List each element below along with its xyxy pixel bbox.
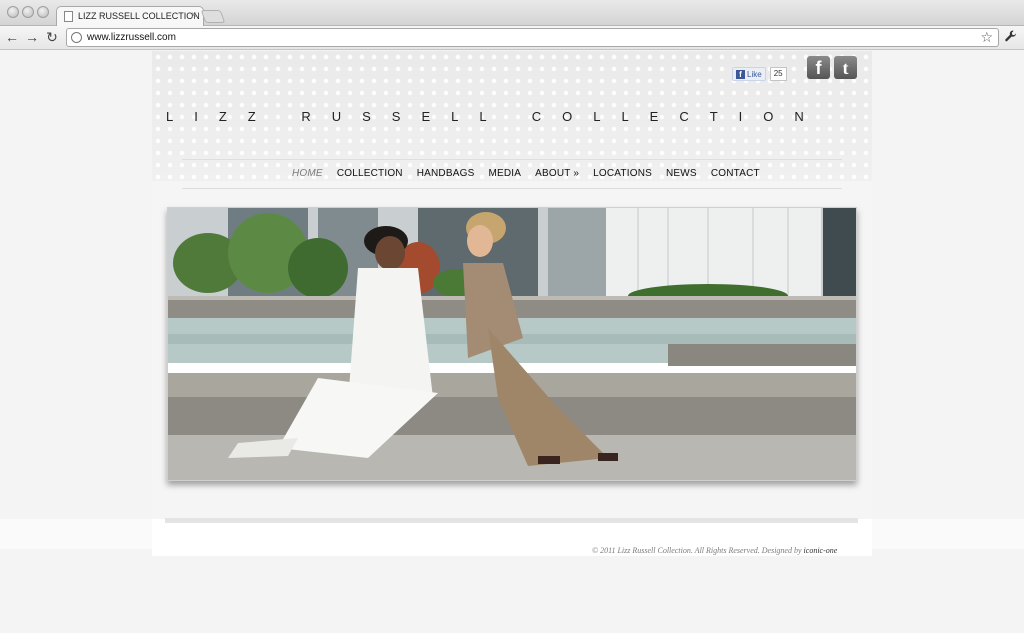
tab-close-icon[interactable]: ×: [191, 10, 197, 21]
footer-copyright: © 2011 Lizz Russell Collection. All Righ…: [592, 546, 837, 555]
browser-tab-strip: LIZZ RUSSELL COLLECTION ×: [0, 0, 1024, 27]
nav-item-about[interactable]: ABOUT »: [535, 168, 579, 179]
reload-icon[interactable]: ↻: [44, 29, 60, 45]
address-bar[interactable]: www.lizzrussell.com ☆: [66, 28, 999, 47]
zoom-window-button[interactable]: [37, 6, 49, 18]
site-logo[interactable]: LIZZ RUSSELL COLLECTION: [166, 109, 825, 124]
like-count: 25: [769, 67, 787, 81]
footer-divider: [165, 518, 858, 523]
nav-item-handbags[interactable]: HANDBAGS: [417, 168, 475, 179]
wrench-icon[interactable]: [1005, 30, 1017, 45]
tab-title: LIZZ RUSSELL COLLECTION: [78, 11, 200, 21]
like-label: Like: [747, 69, 762, 79]
close-window-button[interactable]: [7, 6, 19, 18]
nav-item-locations[interactable]: LOCATIONS: [593, 168, 652, 179]
facebook-icon[interactable]: f: [807, 56, 830, 79]
like-button[interactable]: f Like: [732, 67, 766, 81]
nav-item-contact[interactable]: CONTACT: [711, 168, 760, 179]
main-nav: HOME COLLECTION HANDBAGS MEDIA ABOUT » L…: [292, 168, 760, 179]
facebook-icon: f: [736, 69, 745, 79]
forward-icon[interactable]: →: [24, 29, 40, 45]
new-tab-button[interactable]: [200, 10, 226, 23]
browser-toolbar: ← → ↻ www.lizzrussell.com ☆: [0, 26, 1024, 50]
copyright-text: © 2011 Lizz Russell Collection. All Righ…: [592, 546, 804, 555]
url-text[interactable]: www.lizzrussell.com: [87, 32, 176, 43]
bookmark-star-icon[interactable]: ☆: [980, 29, 993, 46]
site-container: f Like 25 f t LIZZ RUSSELL COLLECTION HO…: [152, 51, 872, 556]
nav-item-news[interactable]: NEWS: [666, 168, 697, 179]
globe-icon: [71, 32, 82, 43]
nav-item-media[interactable]: MEDIA: [488, 168, 521, 179]
web-page: f Like 25 f t LIZZ RUSSELL COLLECTION HO…: [0, 51, 1024, 633]
designer-link[interactable]: iconic-one: [804, 546, 838, 555]
nav-divider-bottom: [182, 188, 842, 189]
page-icon: [64, 11, 73, 22]
nav-item-home[interactable]: HOME: [292, 168, 323, 179]
back-icon[interactable]: ←: [4, 29, 20, 45]
facebook-like-widget: f Like 25: [732, 67, 787, 81]
twitter-icon[interactable]: t: [834, 56, 857, 79]
browser-tab[interactable]: LIZZ RUSSELL COLLECTION ×: [56, 6, 204, 27]
nav-item-collection[interactable]: COLLECTION: [337, 168, 403, 179]
nav-divider-top: [182, 159, 842, 160]
minimize-window-button[interactable]: [22, 6, 34, 18]
hero-image: [167, 207, 857, 481]
